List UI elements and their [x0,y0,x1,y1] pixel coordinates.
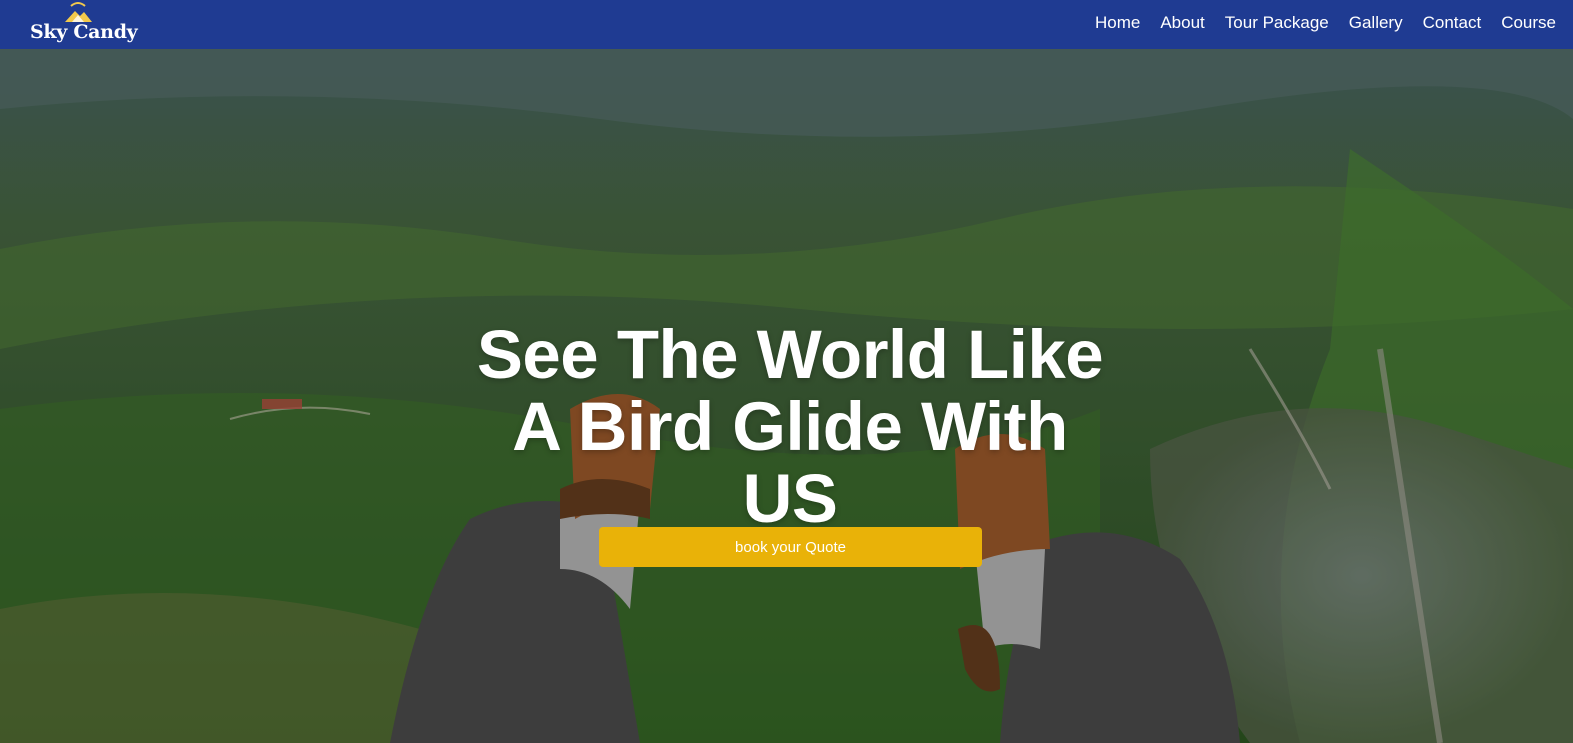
main-nav: Home About Tour Package Gallery Contact … [1075,0,1556,45]
book-quote-button[interactable]: book your Quote [599,527,982,567]
brand-name: Sky Candy [30,21,138,43]
nav-gallery[interactable]: Gallery [1349,13,1403,33]
hero-headline-line-1: See The World Like [476,316,1104,394]
nav-tour-package[interactable]: Tour Package [1225,13,1329,33]
nav-home[interactable]: Home [1095,13,1140,33]
hero-headline-line-3: US [742,460,838,538]
nav-about[interactable]: About [1160,13,1204,33]
hero-headline-line-2: A Bird Glide With [512,388,1068,466]
hero-headline: See The World Like A Bird Glide With US [395,319,1185,535]
brand-logo[interactable]: Sky Candy [30,0,140,49]
paraglider-mountain-icon [65,2,92,22]
nav-course[interactable]: Course [1501,13,1556,33]
top-navbar: Sky Candy Home About Tour Package Galler… [0,0,1573,49]
nav-contact[interactable]: Contact [1423,13,1482,33]
hero-section: See The World Like A Bird Glide With US … [0,49,1573,743]
